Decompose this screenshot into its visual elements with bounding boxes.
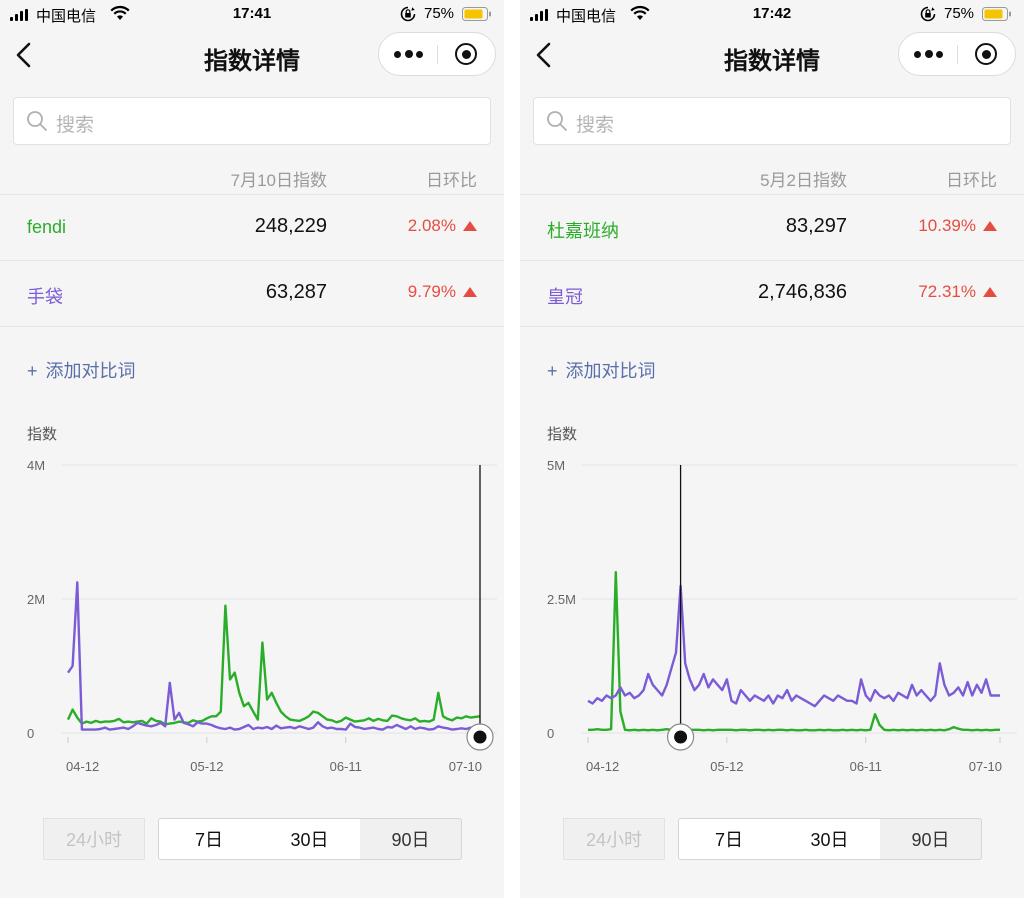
keyword-name: 手袋 [27,287,63,307]
y-tick-label: 0 [547,726,554,741]
time-range-selector: 24小时 7日 30日 90日 [0,818,504,864]
add-compare-label: 添加对比词 [565,361,656,381]
x-tick-label: 04-12 [586,759,619,774]
time-range-selector: 24小时 7日 30日 90日 [520,818,1024,864]
y-axis-title: 指数 [27,426,57,443]
range-24h-button: 24小时 [563,818,665,860]
add-compare-label: 添加对比词 [45,361,136,381]
search-icon [27,111,47,131]
keyword-name: 皇冠 [547,287,583,307]
up-triangle-icon [983,221,997,231]
keyword-name: 杜嘉班纳 [547,221,619,241]
add-compare-term-button[interactable]: + 添加对比词 [27,357,136,383]
series-line [588,570,1000,732]
keyword-ratio: 10.39% [918,216,976,235]
up-triangle-icon [463,221,477,231]
range-30d-button[interactable]: 30日 [779,818,881,860]
keyword-row[interactable]: 皇冠 2,746,836 72.31% [520,261,1024,327]
x-tick-label: 05-12 [190,759,223,774]
x-tick-label: 06-11 [330,759,362,774]
index-chart[interactable]: 指数 0 2M 4M 04-12 05-12 06-11 07-10 [0,410,504,800]
index-chart[interactable]: 指数 0 2.5M 5M 04-12 05-12 06-11 07-10 [520,410,1024,800]
battery-percent: 75% [424,5,455,22]
x-tick-label: 07-10 [449,759,482,774]
keyword-index-value: 248,229 [254,215,327,237]
series-line [66,604,481,726]
column-header-index: 7月10日指数 [230,171,327,190]
up-triangle-icon [463,287,477,297]
y-tick-label: 0 [27,726,34,741]
search-icon [547,111,567,131]
screen-divider [504,0,520,898]
y-tick-label: 5M [547,458,565,473]
range-7d-button[interactable]: 7日 [678,818,780,860]
search-placeholder: 搜索 [576,115,615,136]
keyword-ratio: 9.79% [407,282,456,301]
screen-left: 中国电信 17:41 75% 指数详情 搜索 7月10日指数 日环比 fendi… [0,0,504,898]
keyword-index-value: 63,287 [265,281,327,303]
nav-bar: 指数详情 [520,28,1024,82]
range-7d-button[interactable]: 7日 [158,818,260,860]
y-tick-label: 2M [27,592,45,607]
rotation-lock-icon [920,6,936,22]
up-triangle-icon [983,287,997,297]
y-tick-label: 2.5M [547,592,576,607]
x-tick-label: 07-10 [969,759,1002,774]
keyword-ratio: 72.31% [918,282,976,301]
divider [520,326,1024,327]
divider [0,326,504,327]
keyword-row[interactable]: 杜嘉班纳 83,297 10.39% [520,195,1024,261]
battery-icon [462,7,491,21]
x-tick-label: 05-12 [710,759,743,774]
y-axis-title: 指数 [547,426,577,443]
cursor-dot [674,730,688,744]
range-24h-button: 24小时 [43,818,145,860]
status-bar: 中国电信 17:41 75% [0,0,504,28]
search-input[interactable]: 搜索 [533,97,1011,145]
close-miniprogram-button[interactable] [958,33,1015,75]
plus-icon: + [27,361,38,381]
keyword-row[interactable]: 手袋 63,287 9.79% [0,261,504,327]
keyword-name: fendi [27,217,67,237]
close-miniprogram-button[interactable] [438,33,495,75]
keyword-index-value: 2,746,836 [758,281,847,303]
cursor-dot [473,730,487,744]
series-line [587,584,1000,708]
status-bar: 中国电信 17:42 75% [520,0,1024,28]
keyword-ratio: 2.08% [407,216,456,235]
battery-icon [982,7,1011,21]
screen-right: 中国电信 17:42 75% 指数详情 搜索 5月2日指数 日环比 杜嘉班纳 8… [520,0,1024,898]
series-line [67,581,481,731]
keyword-index-value: 83,297 [785,215,847,237]
y-tick-label: 4M [27,458,45,473]
miniprogram-capsule [898,32,1016,76]
search-input[interactable]: 搜索 [13,97,491,145]
rotation-lock-icon [400,6,416,22]
keyword-row[interactable]: fendi 248,229 2.08% [0,195,504,261]
line-chart: 指数 0 2M 4M 04-12 05-12 06-11 07-10 [27,426,497,774]
range-30d-button[interactable]: 30日 [259,818,361,860]
column-header-ratio: 日环比 [946,171,997,190]
miniprogram-capsule [378,32,496,76]
plus-icon: + [547,361,558,381]
search-placeholder: 搜索 [56,115,95,136]
range-90d-button[interactable]: 90日 [360,818,462,860]
more-options-button[interactable] [899,33,957,75]
x-tick-label: 06-11 [850,759,882,774]
line-chart: 指数 0 2.5M 5M 04-12 05-12 06-11 07-10 [547,426,1017,774]
nav-bar: 指数详情 [0,28,504,82]
column-header-index: 5月2日指数 [760,171,847,190]
range-90d-button[interactable]: 90日 [880,818,982,860]
battery-percent: 75% [944,5,975,22]
x-tick-label: 04-12 [66,759,99,774]
column-header-ratio: 日环比 [426,171,477,190]
add-compare-term-button[interactable]: + 添加对比词 [547,357,656,383]
more-options-button[interactable] [379,33,437,75]
